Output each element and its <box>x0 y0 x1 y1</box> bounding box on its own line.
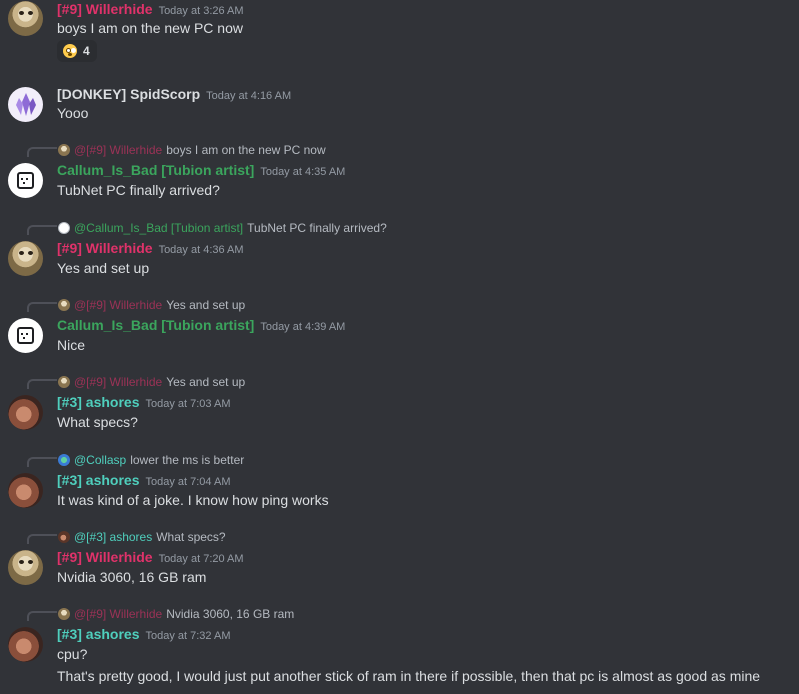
author-name[interactable]: [#3] ashores <box>57 472 139 488</box>
box-icon <box>17 327 34 344</box>
author-name[interactable]: [#9] Willerhide <box>57 549 153 565</box>
avatar-willerhide[interactable] <box>8 550 43 585</box>
crystal-icon <box>16 93 36 116</box>
reply-text: What specs? <box>156 530 226 544</box>
message-header: [#3] ashores Today at 7:32 AM <box>57 626 230 646</box>
reply-text: Nvidia 3060, 16 GB ram <box>166 607 295 621</box>
reply-author: @Callum_Is_Bad [Tubion artist] <box>74 221 244 235</box>
avatar-spidscorp[interactable] <box>8 87 43 122</box>
message-text: It was kind of a joke. I know how ping w… <box>57 492 329 508</box>
reply-avatar <box>58 608 70 620</box>
reply-avatar <box>58 222 70 234</box>
reply-author: @[#3] ashores <box>74 530 153 544</box>
avatar-willerhide[interactable] <box>8 1 43 36</box>
author-name[interactable]: Callum_Is_Bad [Tubion artist] <box>57 162 254 178</box>
reply-spine <box>27 534 57 544</box>
reply-avatar <box>58 454 70 466</box>
reply-preview[interactable]: @Callum_Is_Bad [Tubion artist] TubNet PC… <box>58 220 387 236</box>
timestamp[interactable]: Today at 7:32 AM <box>145 630 230 642</box>
reply-spine <box>27 225 57 235</box>
reply-avatar <box>58 376 70 388</box>
reply-text: boys I am on the new PC now <box>166 143 326 157</box>
message-header: [#3] ashores Today at 7:03 AM <box>57 394 230 414</box>
reply-spine <box>27 302 57 312</box>
avatar-ashores[interactable] <box>8 627 43 662</box>
timestamp[interactable]: Today at 7:04 AM <box>145 476 230 488</box>
reply-preview[interactable]: @[#9] Willerhide boys I am on the new PC… <box>58 142 326 158</box>
reaction-button[interactable]: 4 <box>57 40 97 62</box>
message-header: [#3] ashores Today at 7:04 AM <box>57 472 230 492</box>
reply-author: @Collasp <box>74 453 127 467</box>
author-name[interactable]: [DONKEY] SpidScorp <box>57 86 200 102</box>
reply-preview[interactable]: @[#3] ashores What specs? <box>58 529 226 545</box>
timestamp[interactable]: Today at 3:26 AM <box>159 5 244 17</box>
author-name[interactable]: [#9] Willerhide <box>57 1 153 17</box>
reply-author: @[#9] Willerhide <box>74 375 163 389</box>
reply-preview[interactable]: @Collasp lower the ms is better <box>58 452 244 468</box>
author-name[interactable]: [#3] ashores <box>57 626 139 642</box>
message-text: What specs? <box>57 414 138 430</box>
avatar-ashores[interactable] <box>8 395 43 430</box>
timestamp[interactable]: Today at 7:20 AM <box>159 553 244 565</box>
reply-preview[interactable]: @[#9] Willerhide Yes and set up <box>58 374 245 390</box>
reply-spine <box>27 611 57 621</box>
reply-text: TubNet PC finally arrived? <box>247 221 387 235</box>
author-name[interactable]: Callum_Is_Bad [Tubion artist] <box>57 317 254 333</box>
avatar-willerhide[interactable] <box>8 241 43 276</box>
reply-spine <box>27 147 57 157</box>
message-header: [#9] Willerhide Today at 4:36 AM <box>57 240 244 260</box>
avatar-callum[interactable] <box>8 318 43 353</box>
reaction-count: 4 <box>83 44 90 58</box>
message-header: [#9] Willerhide Today at 7:20 AM <box>57 549 244 569</box>
reply-spine <box>27 457 57 467</box>
message-text: TubNet PC finally arrived? <box>57 182 220 198</box>
reply-text: lower the ms is better <box>130 453 245 467</box>
reply-avatar <box>58 531 70 543</box>
reply-avatar <box>58 299 70 311</box>
reply-avatar <box>58 144 70 156</box>
reply-text: Yes and set up <box>166 375 246 389</box>
message-text: boys I am on the new PC now <box>57 20 243 36</box>
message-text: Yooo <box>57 105 89 121</box>
message-text: Nvidia 3060, 16 GB ram <box>57 569 207 585</box>
timestamp[interactable]: Today at 4:36 AM <box>159 244 244 256</box>
timestamp[interactable]: Today at 4:35 AM <box>260 166 345 178</box>
message-header: Callum_Is_Bad [Tubion artist] Today at 4:… <box>57 317 345 337</box>
message-header: [DONKEY] SpidScorp Today at 4:16 AM <box>57 86 291 106</box>
avatar-callum[interactable] <box>8 163 43 198</box>
box-icon <box>17 172 34 189</box>
reply-author: @[#9] Willerhide <box>74 607 163 621</box>
message-header: Callum_Is_Bad [Tubion artist] Today at 4:… <box>57 162 345 182</box>
author-name[interactable]: [#9] Willerhide <box>57 240 153 256</box>
flushed-face-icon <box>63 44 77 58</box>
message-text: That's pretty good, I would just put ano… <box>57 668 761 684</box>
message-text: cpu? <box>57 646 88 662</box>
reply-preview[interactable]: @[#9] Willerhide Nvidia 3060, 16 GB ram <box>58 606 294 622</box>
author-name[interactable]: [#3] ashores <box>57 394 139 410</box>
timestamp[interactable]: Today at 4:39 AM <box>260 321 345 333</box>
reply-author: @[#9] Willerhide <box>74 143 163 157</box>
reply-spine <box>27 379 57 389</box>
message-header: [#9] Willerhide Today at 3:26 AM <box>57 1 244 21</box>
message-feed: [#9] Willerhide Today at 3:26 AM boys I a… <box>0 0 799 694</box>
avatar-ashores[interactable] <box>8 473 43 508</box>
reply-author: @[#9] Willerhide <box>74 298 163 312</box>
message-text: Nice <box>57 337 86 353</box>
message-text: Yes and set up <box>57 260 150 276</box>
reply-preview[interactable]: @[#9] Willerhide Yes and set up <box>58 297 245 313</box>
timestamp[interactable]: Today at 4:16 AM <box>206 90 291 102</box>
timestamp[interactable]: Today at 7:03 AM <box>145 398 230 410</box>
reply-text: Yes and set up <box>166 298 246 312</box>
